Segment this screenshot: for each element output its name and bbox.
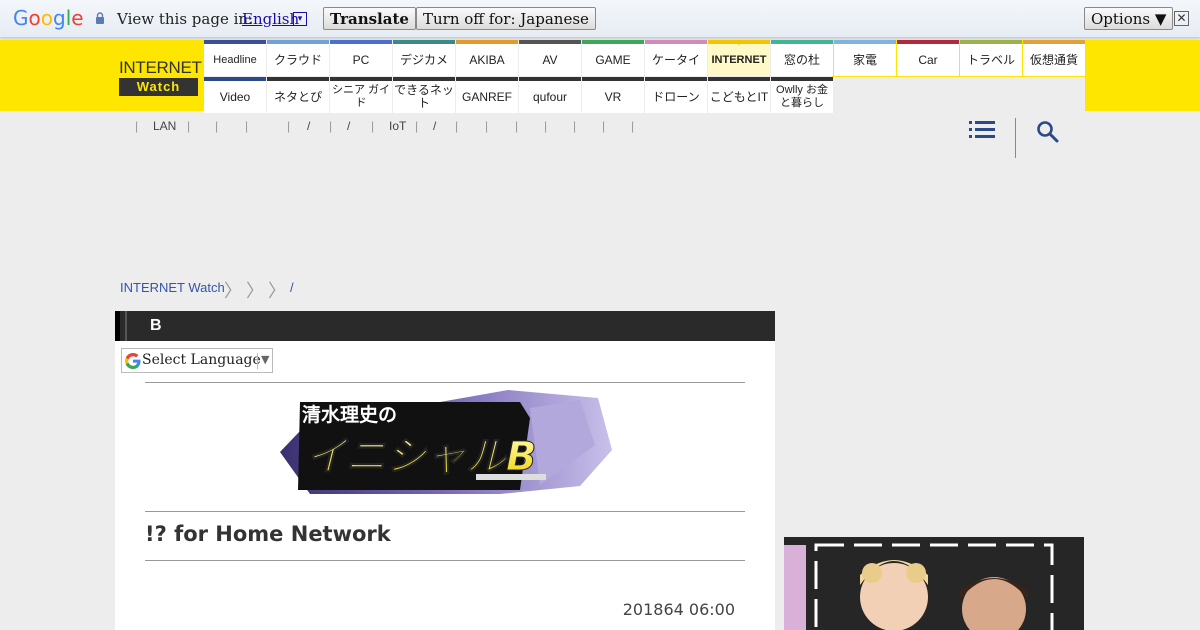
svg-text:清水理史の: 清水理史の xyxy=(302,403,397,426)
subnav-link[interactable]: IoT xyxy=(389,119,406,133)
row2-3[interactable]: できるネット xyxy=(393,77,455,113)
nav-row-primary: Headline クラウド PC デジカメ AKIBA AV GAME ケータイ INTERNE… xyxy=(204,40,1086,76)
subnav-link[interactable]: LAN xyxy=(153,119,176,133)
subnav-separator: | xyxy=(329,119,333,133)
turn-off-button[interactable]: Turn off for: Japanese xyxy=(416,7,596,30)
row2-1[interactable]: ネタとぴ xyxy=(267,77,329,113)
chevron-down-icon: ▼ xyxy=(261,353,270,366)
search-icon[interactable] xyxy=(1036,120,1060,144)
row1-10[interactable]: 家電 xyxy=(834,40,896,76)
active-indicator-icon xyxy=(734,40,744,45)
language-dropdown-icon[interactable]: ▾ xyxy=(293,12,307,26)
subnav-separator: | xyxy=(631,119,635,133)
subnav-separator: | xyxy=(187,119,191,133)
subnav-separator: | xyxy=(455,119,459,133)
row2-2[interactable]: シニア ガイド xyxy=(330,77,392,113)
header-band-right-lower xyxy=(1085,77,1200,111)
subnav-separator: | xyxy=(415,119,419,133)
row1-3[interactable]: デジカメ xyxy=(393,40,455,76)
row2-8[interactable]: こどもとIT xyxy=(708,77,770,113)
row1-6[interactable]: GAME xyxy=(582,40,644,76)
row1-13[interactable]: 仮想通貨 xyxy=(1023,40,1085,76)
subnav-separator: | xyxy=(485,119,489,133)
article-panel: B Select Language ▼ 清水理史の イニシャルB !? for … xyxy=(115,311,775,630)
article-title: !? for Home Network xyxy=(145,522,391,546)
divider xyxy=(145,560,745,561)
site-logo[interactable]: INTERNET Watch xyxy=(119,57,202,96)
close-icon[interactable]: ✕ xyxy=(1174,11,1189,26)
row2-5[interactable]: qufour xyxy=(519,77,581,113)
breadcrumb-home-link[interactable]: INTERNET Watch xyxy=(120,280,225,295)
subnav-separator: | xyxy=(515,119,519,133)
section-header: B xyxy=(115,311,775,341)
chevron-right-icon: 〉 xyxy=(224,281,242,301)
header-gap xyxy=(832,77,1085,111)
divider xyxy=(145,511,745,512)
series-banner: 清水理史の イニシャルB xyxy=(280,390,612,494)
header-divider xyxy=(1015,118,1016,158)
chevron-right-icon: 〉 xyxy=(268,281,286,301)
row1-0[interactable]: Headline xyxy=(204,40,266,76)
row2-7[interactable]: ドローン xyxy=(645,77,707,113)
translate-button[interactable]: Translate xyxy=(323,7,416,30)
subnav-separator: | xyxy=(215,119,219,133)
row1-7[interactable]: ケータイ xyxy=(645,40,707,76)
subnav-separator: | xyxy=(602,119,606,133)
options-button[interactable]: Options ▼ xyxy=(1084,7,1174,30)
google-logo: Google xyxy=(13,6,84,30)
translate-bar: Google View this page in: English ▾ Tran… xyxy=(0,0,1200,38)
subnav-separator: | xyxy=(287,119,291,133)
row2-9[interactable]: Owlly お金と暮らし xyxy=(771,77,833,113)
subnav-link[interactable]: / xyxy=(433,119,436,133)
row1-11[interactable]: Car xyxy=(897,40,959,76)
subnav-separator: | xyxy=(371,119,375,133)
row1-9[interactable]: 窓の杜 xyxy=(771,40,833,76)
row1-8[interactable]: INTERNET xyxy=(708,40,770,76)
subnav-link[interactable]: / xyxy=(347,119,350,133)
subnav-separator: | xyxy=(544,119,548,133)
row1-12[interactable]: トラベル xyxy=(960,40,1022,76)
row2-6[interactable]: VR xyxy=(582,77,644,113)
row2-0[interactable]: Video xyxy=(204,77,266,113)
subnav-link[interactable]: / xyxy=(307,119,310,133)
breadcrumb-tail[interactable]: / xyxy=(290,280,294,295)
advertisement-image[interactable] xyxy=(784,537,1084,630)
language-select[interactable]: Select Language ▼ xyxy=(121,348,273,373)
section-title: B xyxy=(150,317,162,334)
subnav-separator: | xyxy=(573,119,577,133)
row2-4[interactable]: GANREF xyxy=(456,77,518,113)
subnav-separator: | xyxy=(245,119,249,133)
view-page-label: View this page in: xyxy=(117,10,254,28)
language-link[interactable]: English xyxy=(242,10,299,28)
divider xyxy=(145,382,745,383)
google-g-icon xyxy=(125,353,141,369)
row1-5[interactable]: AV xyxy=(519,40,581,76)
subnav-separator: | xyxy=(135,119,139,133)
nav-row-secondary: Video ネタとぴ シニア ガイド できるネット GANREF qufour VR ドローン… xyxy=(204,77,834,113)
menu-icon[interactable] xyxy=(969,119,995,141)
row1-1[interactable]: クラウド xyxy=(267,40,329,76)
lock-icon xyxy=(96,12,104,24)
article-date: 201864 06:00 xyxy=(622,600,735,619)
row1-2[interactable]: PC xyxy=(330,40,392,76)
chevron-right-icon: 〉 xyxy=(246,281,264,301)
row1-4[interactable]: AKIBA xyxy=(456,40,518,76)
svg-text:イニシャルB: イニシャルB xyxy=(306,434,537,480)
